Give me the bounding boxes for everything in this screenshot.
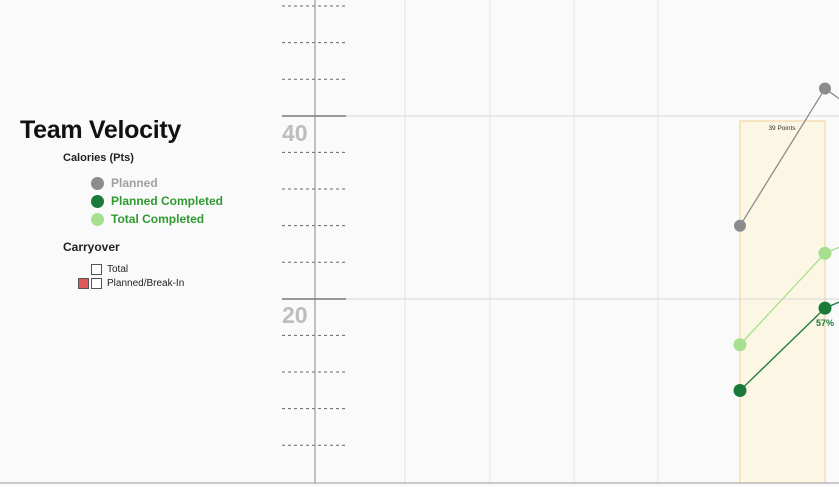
carryover-title: Carryover bbox=[63, 240, 120, 254]
carryover-color-swatch bbox=[78, 278, 89, 289]
data-point-planned[interactable] bbox=[734, 219, 746, 232]
legend-item-planned[interactable]: Planned bbox=[91, 175, 158, 191]
legend-label: Planned bbox=[111, 176, 158, 190]
legend-item-planned-completed[interactable]: Planned Completed bbox=[91, 193, 223, 209]
vertical-gridlines bbox=[404, 0, 659, 483]
velocity-chart: 39 Points 40 20 57% bbox=[0, 0, 839, 484]
checkbox[interactable] bbox=[91, 277, 102, 289]
data-point-total-completed[interactable] bbox=[733, 338, 747, 352]
carryover-label: Planned/Break-In bbox=[107, 277, 185, 289]
data-point-planned-completed[interactable] bbox=[733, 384, 747, 397]
carryover-item-planned-break-in[interactable]: Planned/Break-In bbox=[91, 277, 184, 289]
annotation-percent: 57% bbox=[816, 318, 834, 328]
carryover-label: Total bbox=[107, 263, 129, 275]
highlight-column bbox=[739, 120, 826, 484]
y-tick-label-20: 20 bbox=[282, 302, 308, 328]
legend-item-total-completed[interactable]: Total Completed bbox=[91, 211, 204, 227]
legend-label: Planned Completed bbox=[111, 194, 224, 208]
carryover-item-total[interactable]: Total bbox=[91, 263, 128, 275]
legend-dot bbox=[91, 176, 104, 190]
legend-label: Total Completed bbox=[111, 212, 205, 226]
data-point-planned[interactable] bbox=[819, 82, 831, 95]
data-point-planned-completed[interactable] bbox=[818, 301, 832, 315]
annotation-points: 39 Points bbox=[768, 125, 796, 132]
checkbox[interactable] bbox=[91, 263, 102, 275]
chart-title: Team Velocity bbox=[20, 116, 181, 144]
legend-dot bbox=[91, 212, 104, 226]
legend-title: Calories (Pts) bbox=[63, 152, 134, 164]
data-point-total-completed[interactable] bbox=[818, 246, 832, 260]
y-tick-label-40: 40 bbox=[282, 120, 308, 146]
legend-dot bbox=[91, 194, 104, 208]
